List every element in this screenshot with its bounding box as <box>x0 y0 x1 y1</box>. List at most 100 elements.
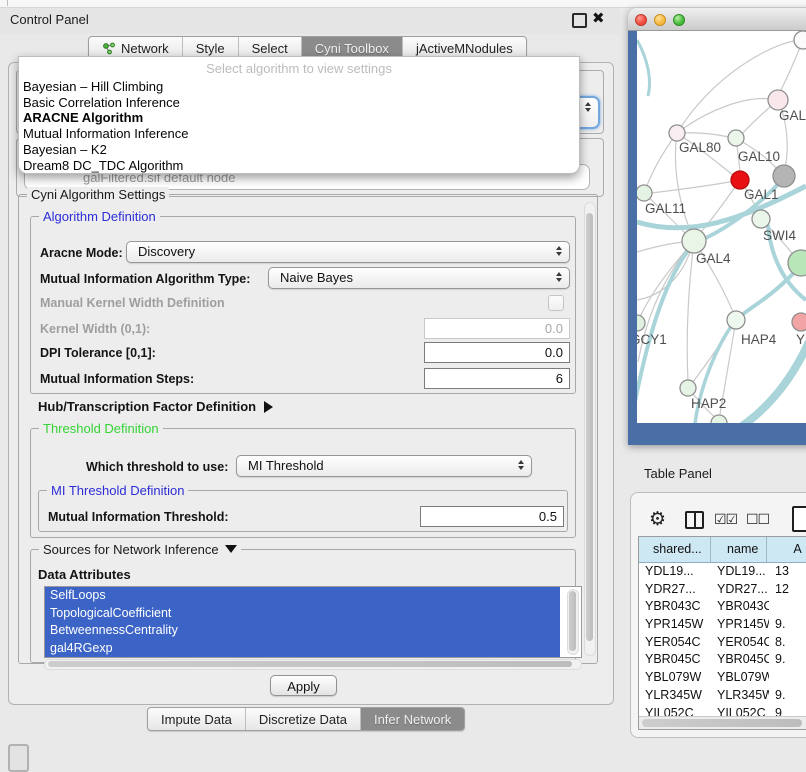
dropdown-item-dream8[interactable]: Dream8 DC_TDC Algorithm <box>23 158 575 174</box>
column-header-shared-name[interactable]: shared... <box>639 537 711 562</box>
mi-type-combobox[interactable]: Naive Bayes <box>268 267 570 289</box>
combo-arrows-icon <box>556 272 562 282</box>
kernel-width-field[interactable]: 0.0 <box>424 318 570 339</box>
new-table-icon[interactable] <box>792 506 806 532</box>
gear-icon[interactable]: ⚙ <box>649 508 666 531</box>
hub-definition-toggle[interactable]: Hub/Transcription Factor Definition <box>38 399 273 414</box>
network-node-hap4[interactable] <box>727 311 745 329</box>
dropdown-item-basic-correlation[interactable]: Basic Correlation Inference <box>23 95 575 111</box>
table-row[interactable]: YDL19...YDL19...13 <box>639 563 806 581</box>
list-scrollbar-thumb[interactable] <box>569 591 576 651</box>
close-traffic-light-icon[interactable] <box>635 14 647 26</box>
column-header-partial[interactable]: A <box>767 537 806 562</box>
list-item-gal4rgexp[interactable]: gal4RGexp <box>45 640 560 658</box>
network-node-gcy1[interactable] <box>637 315 645 331</box>
network-node-gal80[interactable] <box>669 125 685 141</box>
list-item-selfloops[interactable]: SelfLoops <box>45 587 560 605</box>
mi-steps-field[interactable]: 6 <box>424 368 570 389</box>
dropdown-item-bayesian-k2[interactable]: Bayesian – K2 <box>23 142 575 158</box>
column-header-name[interactable]: name <box>711 537 768 562</box>
network-canvas[interactable]: GAL GAL80 GAL10 GAL1 GAL11 SWI4 GAL4 GCY… <box>637 31 806 423</box>
list-item-betweennesscentrality[interactable]: BetweennessCentrality <box>45 622 560 640</box>
select-all-columns-icon[interactable]: ☑☑ <box>714 511 737 528</box>
mi-threshold-field[interactable]: 0.5 <box>420 506 564 527</box>
manual-kernel-label: Manual Kernel Width Definition <box>40 296 225 310</box>
algorithm-dropdown-popup: Select algorithm to view settings Bayesi… <box>18 56 580 174</box>
deselect-all-columns-icon[interactable]: ☐☐ <box>746 511 769 528</box>
network-node-swi4[interactable] <box>752 210 770 228</box>
network-node-hap2[interactable] <box>680 380 696 396</box>
close-panel-icon[interactable]: ✖ <box>592 9 605 27</box>
network-node-green-large[interactable] <box>788 250 806 276</box>
list-hscrollbar-thumb[interactable] <box>48 661 572 667</box>
table-row[interactable]: YDR27...YDR27...12 <box>639 581 806 599</box>
tab-discretize-data[interactable]: Discretize Data <box>246 708 361 730</box>
table-row[interactable]: YBR045CYBR045C9. <box>639 651 806 669</box>
zoom-traffic-light-icon[interactable] <box>673 14 685 26</box>
expand-right-icon <box>264 401 273 413</box>
network-icon <box>102 42 116 55</box>
sources-group-title[interactable]: Sources for Network Inference <box>39 542 241 557</box>
table-row[interactable]: YPR145WYPR145W9. <box>639 616 806 634</box>
list-item-topologicalcoefficient[interactable]: TopologicalCoefficient <box>45 605 560 623</box>
node-table: shared... name A YDL19...YDL19...13 YDR2… <box>638 536 806 730</box>
network-node-gal10[interactable] <box>728 130 744 146</box>
dropdown-item-mutual-information[interactable]: Mutual Information Inference <box>23 126 575 142</box>
node-label: GAL1 <box>744 187 779 202</box>
cyni-settings-group-title: Cyni Algorithm Settings <box>27 187 169 202</box>
network-node-salmon[interactable] <box>792 313 806 331</box>
mi-threshold-label: Mutual Information Threshold: <box>48 510 229 524</box>
mi-steps-label: Mutual Information Steps: <box>40 372 194 386</box>
control-panel-title: Control Panel <box>10 12 89 27</box>
aracne-mode-label: Aracne Mode: <box>40 246 123 260</box>
dropdown-item-aracne[interactable]: ARACNE Algorithm <box>23 110 575 126</box>
list-hscrollbar-track[interactable] <box>44 659 582 670</box>
settings-scrollbar-thumb[interactable] <box>586 213 593 641</box>
table-hscrollbar-thumb[interactable] <box>642 719 802 727</box>
settings-scrollbar-track[interactable] <box>584 202 596 656</box>
node-label: GAL80 <box>679 140 721 155</box>
network-node-gal11[interactable] <box>637 185 652 201</box>
which-threshold-label: Which threshold to use: <box>86 460 228 474</box>
table-hscrollbar-track[interactable] <box>639 716 806 729</box>
mi-type-label: Mutual Information Algorithm Type: <box>40 272 250 286</box>
network-node-gal[interactable] <box>768 90 788 110</box>
network-window-titlebar[interactable] <box>628 8 806 31</box>
algorithm-definition-title: Algorithm Definition <box>39 209 160 224</box>
column-layout-icon[interactable] <box>685 511 704 529</box>
table-row[interactable]: YER054CYER054C8. <box>639 634 806 652</box>
data-attributes-label: Data Attributes <box>38 567 131 582</box>
dpi-tolerance-field[interactable]: 0.0 <box>424 342 570 363</box>
apply-button[interactable]: Apply <box>270 675 337 696</box>
node-label: Y <box>796 332 805 347</box>
app-root: { "control_panel": { "title": "Control P… <box>0 0 806 762</box>
node-label: GCY1 <box>637 332 667 347</box>
network-view-window: GAL GAL80 GAL10 GAL1 GAL11 SWI4 GAL4 GCY… <box>628 8 806 445</box>
docked-panel-icon[interactable] <box>8 744 29 772</box>
table-body: YDL19...YDL19...13 YDR27...YDR27...12 YB… <box>639 563 806 716</box>
list-scrollbar-track[interactable] <box>567 589 579 655</box>
combo-arrows-icon <box>518 460 524 470</box>
node-label: GAL <box>779 108 806 123</box>
network-node-gray[interactable] <box>773 165 795 187</box>
tab-infer-network[interactable]: Infer Network <box>361 708 464 730</box>
top-toolbar-strip <box>0 0 806 8</box>
collapse-down-icon <box>225 545 237 553</box>
network-node-gal4[interactable] <box>682 229 706 253</box>
dropdown-item-bayesian-hill-climbing[interactable]: Bayesian – Hill Climbing <box>23 79 575 95</box>
node-label: GAL10 <box>738 149 780 164</box>
table-row[interactable]: YBL079WYBL079W <box>639 669 806 687</box>
network-node[interactable] <box>794 31 806 49</box>
manual-kernel-checkbox[interactable] <box>548 295 564 311</box>
float-panel-icon[interactable] <box>572 13 587 28</box>
table-row[interactable]: YIL052CYIL052C9 <box>639 705 806 717</box>
minimize-traffic-light-icon[interactable] <box>654 14 666 26</box>
data-attributes-list: SelfLoops TopologicalCoefficient Between… <box>44 586 582 658</box>
aracne-mode-combobox[interactable]: Discovery <box>126 241 570 263</box>
which-threshold-combobox[interactable]: MI Threshold <box>236 455 532 477</box>
node-label: GAL4 <box>696 251 731 266</box>
table-row[interactable]: YBR043CYBR043C <box>639 598 806 616</box>
table-row[interactable]: YLR345WYLR345W9. <box>639 687 806 705</box>
tab-impute-data[interactable]: Impute Data <box>148 708 246 730</box>
node-label: SWI4 <box>763 228 796 243</box>
